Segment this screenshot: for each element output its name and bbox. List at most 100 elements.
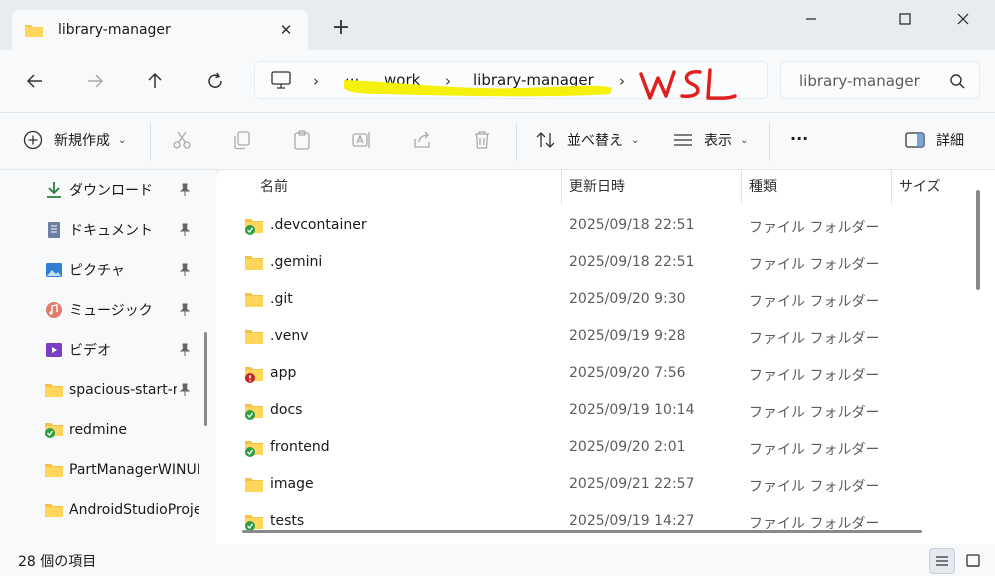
chevron-right-icon: › <box>619 72 625 90</box>
pin-icon[interactable] <box>178 343 192 357</box>
chevron-down-icon: ⌄ <box>740 134 749 146</box>
back-button[interactable] <box>22 68 48 94</box>
sidebar-item-partmanager[interactable]: PartManagerWINUI <box>0 450 200 490</box>
file-type: ファイル フォルダー <box>749 405 880 421</box>
command-bar: 新規作成 ⌄ 並べ替え ⌄ 表示 ⌄ ··· 詳細 <box>0 112 995 170</box>
table-row[interactable]: frontend 2025/09/20 2:01 ファイル フォルダー <box>216 430 976 467</box>
sidebar-item-pictures[interactable]: ピクチャ <box>0 250 200 290</box>
column-header-modified[interactable]: 更新日時 <box>569 176 625 196</box>
sidebar-item-music[interactable]: ミュージック <box>0 290 200 330</box>
copy-button[interactable] <box>231 129 253 151</box>
column-header-type[interactable]: 種類 <box>749 176 777 196</box>
arrow-left-icon <box>26 74 42 88</box>
vertical-scrollbar[interactable] <box>976 190 980 290</box>
close-icon <box>957 13 969 25</box>
details-label: 詳細 <box>936 133 964 149</box>
more-button[interactable]: ··· <box>790 129 808 148</box>
documents-icon <box>48 222 60 238</box>
folder-icon <box>25 25 43 37</box>
sidebar-item-androidstudio[interactable]: AndroidStudioProje <box>0 490 200 530</box>
tiles-view-button[interactable] <box>960 548 986 574</box>
folder-icon <box>245 256 263 270</box>
new-label: 新規作成 <box>54 133 110 149</box>
file-date: 2025/09/18 22:51 <box>569 217 695 233</box>
folder-icon <box>245 478 263 492</box>
file-name: app <box>270 365 297 381</box>
folder-icon <box>45 504 63 517</box>
sidebar-item-spacious-start[interactable]: spacious-start-m <box>0 370 200 410</box>
search-placeholder: library-manager <box>799 72 920 90</box>
navigation-pane: ダウンロード ドキュメント ピクチャ ミュージック ビデオ spacious-s… <box>0 170 216 544</box>
share-button[interactable] <box>411 129 433 151</box>
forward-button[interactable] <box>82 68 108 94</box>
divider <box>150 123 151 161</box>
file-type: ファイル フォルダー <box>749 257 880 273</box>
sidebar-scrollbar[interactable] <box>204 332 207 426</box>
table-row[interactable]: .gemini 2025/09/18 22:51 ファイル フォルダー <box>216 245 976 282</box>
rename-icon <box>352 132 370 148</box>
details-pane-button[interactable]: 詳細 <box>904 129 964 151</box>
pin-icon[interactable] <box>178 303 192 317</box>
sidebar-item-downloads[interactable]: ダウンロード <box>0 170 200 210</box>
column-divider[interactable] <box>891 170 892 204</box>
details-view-button[interactable] <box>929 548 955 574</box>
minimize-button[interactable] <box>788 4 834 34</box>
search-box[interactable]: library-manager <box>780 61 980 99</box>
file-type: ファイル フォルダー <box>749 368 880 384</box>
file-date: 2025/09/20 7:56 <box>569 365 686 381</box>
column-header-name[interactable]: 名前 <box>260 176 288 196</box>
pin-icon[interactable] <box>178 263 192 277</box>
folder-synced-icon <box>45 423 63 438</box>
table-row[interactable]: docs 2025/09/19 10:14 ファイル フォルダー <box>216 393 976 430</box>
table-row[interactable]: .venv 2025/09/19 9:28 ファイル フォルダー <box>216 319 976 356</box>
file-name: .devcontainer <box>270 217 367 233</box>
column-divider[interactable] <box>741 170 742 204</box>
table-row[interactable]: .git 2025/09/20 9:30 ファイル フォルダー <box>216 282 976 319</box>
folder-synced-icon <box>245 515 263 531</box>
sort-button[interactable]: 並べ替え ⌄ <box>535 129 639 151</box>
tab-library-manager[interactable]: library-manager ✕ <box>12 10 308 50</box>
divider <box>769 123 770 161</box>
maximize-button[interactable] <box>882 4 928 34</box>
pin-icon[interactable] <box>178 183 192 197</box>
table-row[interactable]: image 2025/09/21 22:57 ファイル フォルダー <box>216 467 976 504</box>
paste-button[interactable] <box>291 129 313 151</box>
refresh-button[interactable] <box>202 68 228 94</box>
delete-button[interactable] <box>471 129 493 151</box>
chevron-down-icon: ⌄ <box>631 134 640 146</box>
file-date: 2025/09/18 22:51 <box>569 254 695 270</box>
view-button[interactable]: 表示 ⌄ <box>672 129 748 151</box>
table-row[interactable]: app 2025/09/20 7:56 ファイル フォルダー <box>216 356 976 393</box>
sidebar-item-redmine[interactable]: redmine <box>0 410 200 450</box>
wsl-annotation <box>639 68 737 100</box>
table-row[interactable]: tests 2025/09/19 14:27 ファイル フォルダー <box>216 504 976 541</box>
sidebar-item-label: PartManagerWINUI <box>69 462 199 478</box>
chevron-down-icon: ⌄ <box>118 134 127 146</box>
item-count: 28 個の項目 <box>18 554 97 570</box>
sort-icon <box>536 132 555 148</box>
sort-ascending-icon: ⌃ <box>400 170 411 178</box>
horizontal-scrollbar[interactable] <box>242 530 922 533</box>
file-date: 2025/09/20 2:01 <box>569 439 686 455</box>
sidebar-item-videos[interactable]: ビデオ <box>0 330 200 370</box>
maximize-icon <box>899 13 911 25</box>
file-date: 2025/09/19 9:28 <box>569 328 686 344</box>
sidebar-item-documents[interactable]: ドキュメント <box>0 210 200 250</box>
file-type: ファイル フォルダー <box>749 479 880 495</box>
up-button[interactable] <box>142 68 168 94</box>
new-tab-button[interactable]: + <box>330 17 352 40</box>
file-date: 2025/09/20 9:30 <box>569 291 686 307</box>
column-header-size[interactable]: サイズ <box>899 176 941 196</box>
column-divider[interactable] <box>561 170 562 204</box>
rename-button[interactable] <box>351 129 373 151</box>
close-window-button[interactable] <box>940 4 986 34</box>
pin-icon[interactable] <box>178 223 192 237</box>
sidebar-item-label: AndroidStudioProje <box>69 502 199 518</box>
table-row[interactable]: .devcontainer 2025/09/18 22:51 ファイル フォルダー <box>216 208 976 245</box>
sort-label: 並べ替え <box>567 133 623 149</box>
new-button[interactable]: 新規作成 ⌄ <box>22 129 126 151</box>
pictures-icon <box>46 263 62 277</box>
pin-icon[interactable] <box>178 383 192 397</box>
cut-button[interactable] <box>171 129 193 151</box>
close-tab-icon[interactable]: ✕ <box>276 20 296 40</box>
